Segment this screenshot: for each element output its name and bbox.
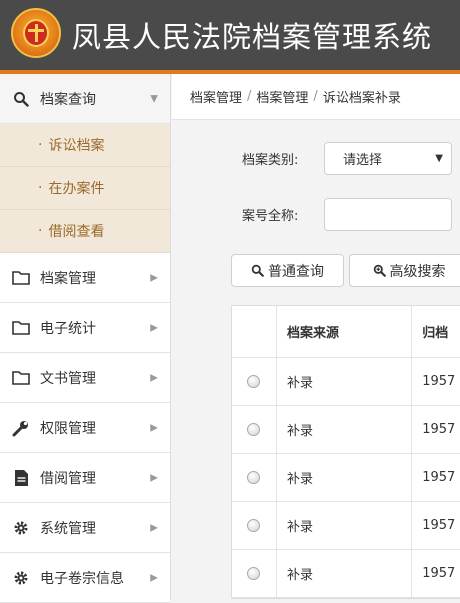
category-label: 档案类别: — [242, 152, 299, 168]
document-icon — [10, 468, 32, 488]
breadcrumb: 档案管理 / 档案管理 / 诉讼档案补录 — [172, 74, 460, 120]
chevron-down-icon: ▼ — [150, 93, 158, 104]
court-emblem-logo — [11, 8, 61, 58]
chevron-right-icon: ▶ — [150, 372, 158, 383]
main-content: 档案管理 / 档案管理 / 诉讼档案补录 档案类别: 请选择 ▼ 案号全称: 普… — [172, 74, 460, 600]
category-select[interactable]: 请选择 ▼ — [324, 141, 452, 175]
app-header: 凤县人民法院档案管理系统 — [0, 0, 460, 74]
chevron-right-icon: ▶ — [150, 422, 158, 433]
advanced-search-button[interactable]: 高级搜索 — [349, 254, 460, 287]
source-cell: 补录 — [277, 406, 413, 453]
sidebar-item-electronic-file-info[interactable]: 电子卷宗信息 ▶ — [0, 553, 170, 603]
table-row[interactable]: 补录 1957 — [232, 454, 460, 502]
sidebar-item-permission-management[interactable]: 权限管理 ▶ — [0, 403, 170, 453]
archive-year-cell: 1957 — [422, 470, 456, 485]
archive-table: 档案来源 归档 补录 1957 补录 1957 补录 1957 补录 1957 … — [231, 305, 460, 599]
case-number-row: 案号全称: — [172, 197, 460, 231]
sidebar: 档案查询 ▼ · 诉讼档案 · 在办案件 · 借阅查看 档案管理 ▶ 电子统计 ▶ 文… — [0, 74, 171, 603]
table-row[interactable]: 补录 1957 — [232, 550, 460, 598]
sidebar-item-electronic-stats[interactable]: 电子统计 ▶ — [0, 303, 170, 353]
row-radio[interactable] — [247, 375, 261, 388]
folder-icon — [10, 268, 32, 288]
gear-icon — [10, 518, 32, 538]
search-icon — [10, 89, 32, 109]
sidebar-item-archive-management[interactable]: 档案管理 ▶ — [0, 253, 170, 303]
case-number-label: 案号全称: — [242, 208, 299, 224]
sidebar-item-borrow-management[interactable]: 借阅管理 ▶ — [0, 453, 170, 503]
normal-search-button[interactable]: 普通查询 — [231, 254, 344, 287]
app-title: 凤县人民法院档案管理系统 — [72, 20, 433, 54]
row-radio[interactable] — [247, 519, 261, 532]
row-radio[interactable] — [247, 423, 261, 436]
folder-icon — [10, 318, 32, 338]
sidebar-item-document-management[interactable]: 文书管理 ▶ — [0, 353, 170, 403]
source-cell: 补录 — [277, 358, 413, 405]
breadcrumb-item-current: 诉讼档案补录 — [322, 91, 401, 106]
category-row: 档案类别: 请选择 ▼ — [172, 141, 460, 175]
sidebar-item-system-management[interactable]: 系统管理 ▶ — [0, 503, 170, 553]
zoom-in-icon — [373, 264, 386, 277]
source-cell: 补录 — [277, 454, 413, 501]
archive-year-cell: 1957 — [422, 422, 456, 437]
table-header-row: 档案来源 归档 — [232, 306, 460, 358]
chevron-right-icon: ▶ — [150, 272, 158, 283]
chevron-right-icon: ▶ — [150, 572, 158, 583]
chevron-right-icon: ▶ — [150, 472, 158, 483]
column-header-source[interactable]: 档案来源 — [277, 306, 413, 357]
row-radio[interactable] — [247, 567, 261, 580]
folder-icon — [10, 368, 32, 388]
chevron-right-icon: ▶ — [150, 322, 158, 333]
search-icon — [251, 264, 264, 277]
wrench-icon — [10, 418, 32, 438]
submenu-item-borrow-view[interactable]: · 借阅查看 — [0, 210, 170, 253]
column-header-select — [232, 306, 277, 357]
breadcrumb-item[interactable]: 档案管理 — [190, 87, 242, 106]
chevron-right-icon: ▶ — [150, 522, 158, 533]
source-cell: 补录 — [277, 502, 413, 549]
submenu-item-litigation-archive[interactable]: · 诉讼档案 — [0, 124, 170, 167]
table-row[interactable]: 补录 1957 — [232, 358, 460, 406]
table-row[interactable]: 补录 1957 — [232, 406, 460, 454]
sidebar-item-archive-query[interactable]: 档案查询 ▼ — [0, 74, 170, 124]
dropdown-caret-icon: ▼ — [435, 152, 443, 164]
row-radio[interactable] — [247, 471, 261, 484]
breadcrumb-item[interactable]: 档案管理 — [256, 87, 308, 106]
column-header-archive[interactable]: 归档 — [412, 306, 460, 357]
table-row[interactable]: 补录 1957 — [232, 502, 460, 550]
submenu-item-pending-cases[interactable]: · 在办案件 — [0, 167, 170, 210]
archive-year-cell: 1957 — [422, 566, 456, 581]
sidebar-item-label: 档案查询 — [40, 91, 96, 108]
case-number-input[interactable] — [324, 197, 452, 231]
archive-year-cell: 1957 — [422, 518, 456, 533]
archive-year-cell: 1957 — [422, 374, 456, 389]
source-cell: 补录 — [277, 550, 413, 597]
gear-icon — [10, 568, 32, 588]
